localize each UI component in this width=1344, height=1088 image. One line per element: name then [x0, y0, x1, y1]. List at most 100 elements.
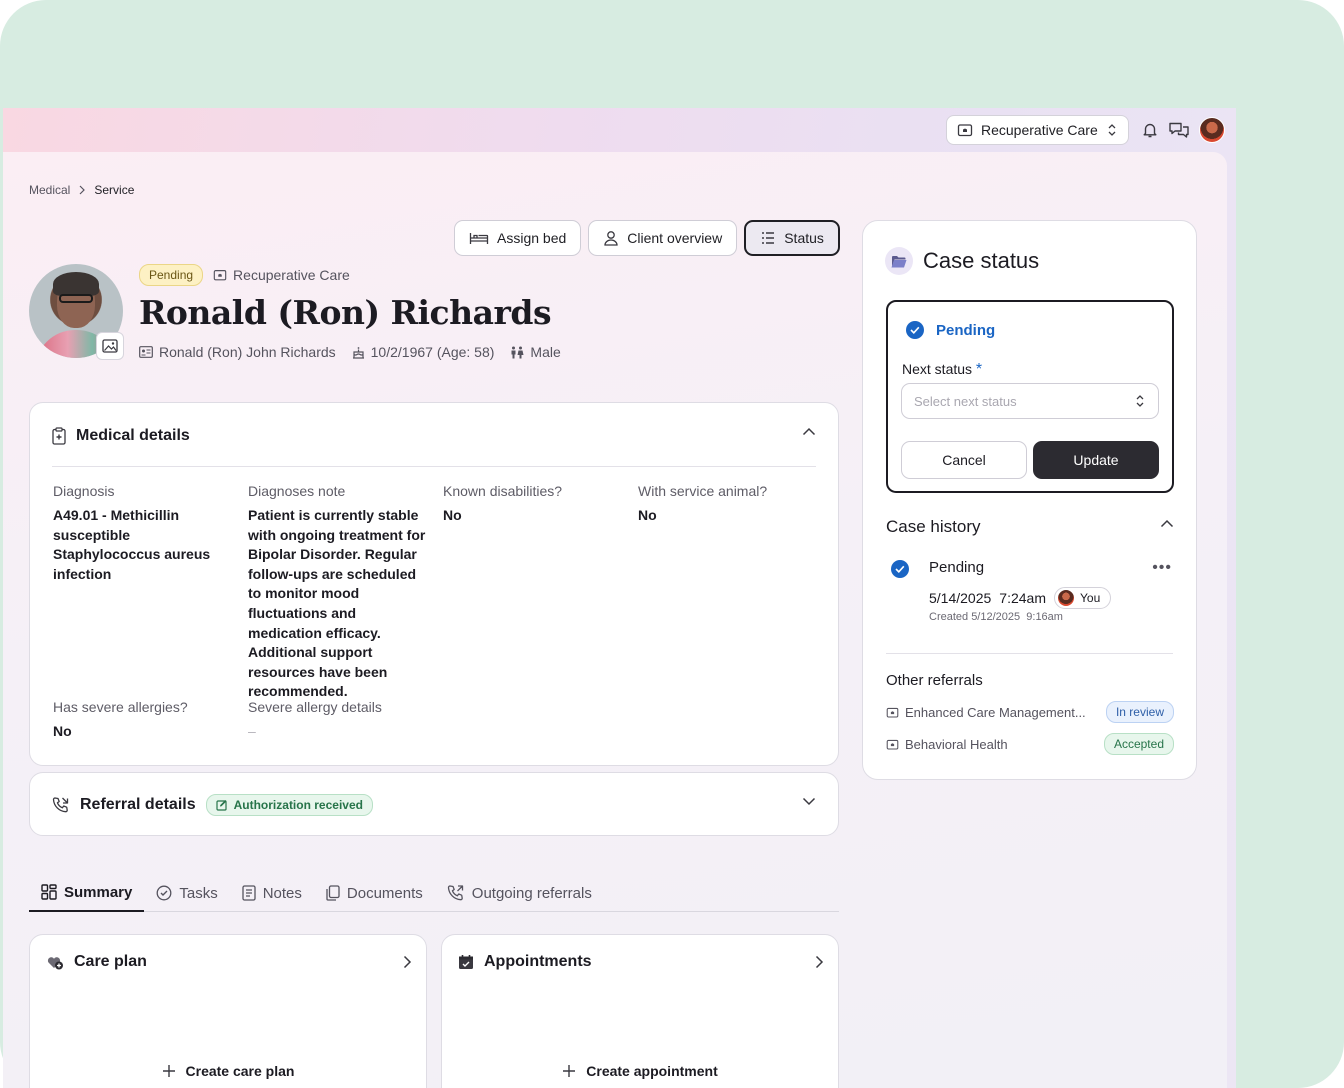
status-button[interactable]: Status [744, 220, 840, 256]
medical-details-card: Medical details Diagnosis A49.01 - Methi… [29, 402, 839, 766]
plus-icon [562, 1064, 576, 1078]
field-allergy-details: Severe allergy details – [248, 699, 430, 742]
case-status-header: Case status [885, 247, 1039, 275]
authorization-badge-label: Authorization received [233, 798, 363, 812]
referral-name-text: Behavioral Health [905, 736, 1008, 752]
field-value: No [638, 507, 657, 523]
field-label: With service animal? [638, 483, 768, 499]
breadcrumb-current: Service [94, 183, 135, 197]
tab-documents[interactable]: Documents [314, 874, 435, 912]
tab-label: Documents [346, 884, 423, 902]
referral-details-card[interactable]: Referral details Authorization received [29, 772, 839, 836]
user-chip-label: You [1080, 591, 1101, 605]
case-status-title: Case status [923, 248, 1040, 273]
referral-name: Enhanced Care Management... [886, 705, 1086, 720]
check-circle-icon [891, 560, 909, 578]
field-label: Diagnoses note [248, 483, 346, 499]
chevron-down-icon[interactable] [802, 796, 816, 806]
tab-label: Outgoing referrals [471, 884, 592, 902]
next-status-select[interactable]: Select next status [901, 383, 1159, 419]
client-overview-button[interactable]: Client overview [588, 220, 738, 256]
field-diagnoses-note: Diagnoses note Patient is currently stab… [248, 483, 430, 702]
user-avatar[interactable] [1199, 117, 1225, 143]
gender: Male [510, 344, 561, 360]
tab-tasks[interactable]: Tasks [144, 874, 229, 912]
history-time-text: 7:24am [999, 590, 1046, 606]
chevron-right-icon[interactable] [814, 955, 824, 969]
list-item[interactable]: Behavioral Health Accepted [886, 733, 1174, 755]
field-value: Patient is currently stable with ongoing… [248, 507, 426, 700]
calendar-check-icon [458, 954, 474, 970]
appointments-header[interactable]: Appointments [458, 953, 592, 971]
medical-details-header[interactable]: Medical details [52, 427, 190, 445]
status-badge: Pending [139, 264, 204, 286]
documents-icon [326, 885, 340, 901]
tab-summary[interactable]: Summary [29, 874, 145, 912]
chevron-right-icon[interactable] [402, 955, 412, 969]
list-item[interactable]: Enhanced Care Management... In review [886, 701, 1174, 723]
referral-name-text: Enhanced Care Management... [905, 704, 1086, 720]
history-created-time: 9:16am [1026, 611, 1063, 623]
cancel-button[interactable]: Cancel [901, 441, 1027, 479]
cake-icon [352, 346, 365, 359]
appointments-card: Appointments Create appointment [441, 934, 839, 1088]
case-history-title[interactable]: Case history [886, 517, 980, 537]
status-list-icon [760, 230, 776, 246]
assign-bed-button[interactable]: Assign bed [454, 220, 582, 256]
field-label: Severe allergy details [248, 699, 382, 715]
referral-details-header: Referral details Authorization received [52, 794, 373, 816]
field-label: Has severe allergies? [53, 699, 188, 715]
breadcrumb: Medical Service [29, 183, 134, 197]
field-service-animal: With service animal? No [638, 483, 820, 526]
app-window: Recuperative Care Medical Service Assign… [3, 108, 1236, 1088]
user-chip: You [1054, 587, 1112, 609]
clipboard-medical-icon [52, 427, 66, 445]
edit-photo-button[interactable] [96, 332, 124, 360]
field-value: No [443, 507, 462, 523]
tab-notes[interactable]: Notes [230, 874, 314, 912]
referral-name: Behavioral Health [886, 737, 1008, 752]
field-label: Diagnosis [53, 483, 115, 499]
current-status: Pending [906, 321, 995, 339]
top-bar: Recuperative Care [3, 108, 1236, 152]
create-care-plan-button[interactable]: Create care plan [30, 1063, 426, 1079]
field-value: – [248, 723, 256, 739]
bell-icon[interactable] [1139, 119, 1161, 141]
breadcrumb-parent[interactable]: Medical [29, 183, 70, 197]
date-of-birth: 10/2/1967 (Age: 58) [352, 344, 494, 360]
tab-label: Summary [64, 883, 133, 901]
divider [886, 653, 1173, 654]
section-tabs: Summary Tasks Notes Documents Outgoing r… [29, 874, 839, 912]
status-button-label: Status [784, 230, 824, 246]
edit-check-icon [216, 799, 228, 811]
chevron-up-down-icon [1106, 123, 1118, 137]
update-button[interactable]: Update [1033, 441, 1159, 479]
field-value: No [53, 723, 72, 739]
field-label: Known disabilities? [443, 483, 563, 499]
more-options-icon[interactable]: ••• [1152, 559, 1172, 577]
field-known-disabilities: Known disabilities? No [443, 483, 625, 526]
note-icon [242, 885, 256, 901]
tab-outgoing-referrals[interactable]: Outgoing referrals [435, 874, 604, 912]
history-created: Created 5/12/2025 9:16am [929, 611, 1063, 623]
care-plan-header[interactable]: Care plan [46, 953, 147, 971]
chat-icon[interactable] [1168, 119, 1190, 141]
check-circle-icon [156, 885, 172, 901]
chevron-up-icon[interactable] [1160, 519, 1174, 529]
create-appointment-button[interactable]: Create appointment [442, 1063, 838, 1079]
program-folder-icon [213, 268, 227, 282]
phone-referral-icon [52, 796, 70, 814]
required-marker: * [975, 361, 983, 378]
program-folder-icon [957, 122, 973, 138]
create-appointment-label: Create appointment [586, 1063, 718, 1079]
chevron-up-icon[interactable] [802, 427, 816, 437]
organization-select[interactable]: Recuperative Care [946, 115, 1129, 145]
client-name: Ronald (Ron) Richards [139, 293, 552, 332]
field-value: A49.01 - Methicillin susceptible Staphyl… [53, 507, 211, 582]
history-created-date: Created 5/12/2025 [929, 611, 1021, 623]
care-plan-card: Care plan Create care plan [29, 934, 427, 1088]
main-content: Medical Service Assign bed Client overvi… [3, 152, 1227, 1088]
person-icon [603, 230, 619, 246]
other-referrals-title: Other referrals [886, 672, 983, 689]
appointments-title: Appointments [484, 953, 592, 970]
